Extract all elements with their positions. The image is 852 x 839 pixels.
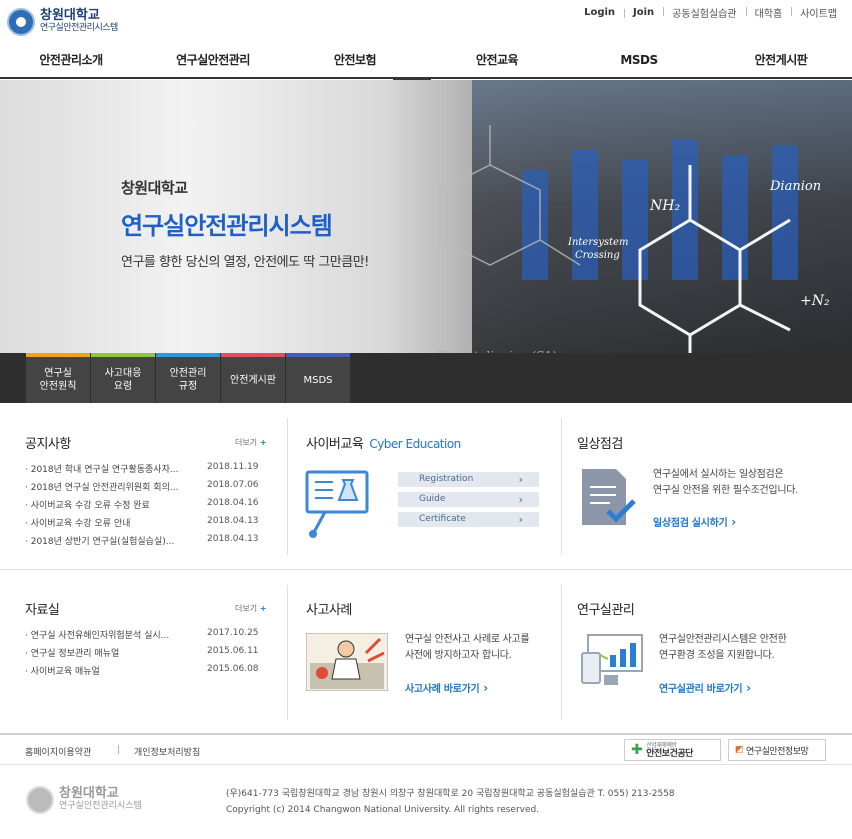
daily-title: 일상점검 bbox=[577, 437, 623, 452]
divider bbox=[561, 418, 562, 555]
copyright: Copyright (c) 2014 Changwon National Uni… bbox=[226, 805, 540, 815]
sitemap-link[interactable]: 사이트맵 bbox=[791, 5, 846, 20]
quick-safety-board[interactable]: 안전게시판 bbox=[221, 353, 285, 403]
notice-title: 공지사항 bbox=[25, 437, 71, 452]
terms-link[interactable]: 홈페이지이용약관 bbox=[25, 745, 91, 758]
cyber-education-section: 사이버교육 Cyber Education bbox=[306, 433, 461, 452]
notice-item[interactable]: · 사이버교육 수강 오류 수정 완료 2018.04.16 bbox=[25, 498, 259, 511]
daily-check-link[interactable]: 일상점검 실시하기 bbox=[653, 514, 736, 529]
join-link[interactable]: Join bbox=[624, 7, 663, 18]
notice-more-link[interactable]: 더보기 bbox=[235, 437, 267, 448]
accident-text: 연구실 안전사고 사례로 사고를 사전에 방지하고자 합니다. bbox=[405, 634, 530, 661]
login-link[interactable]: Login bbox=[575, 7, 624, 18]
divider bbox=[287, 585, 288, 720]
lab-center-link[interactable]: 공동실험실습관 bbox=[663, 5, 745, 20]
nav-safety-insurance[interactable]: 안전보험 bbox=[284, 41, 426, 77]
notice-item[interactable]: · 사이버교육 수강 오류 안내 2018.04.13 bbox=[25, 516, 259, 529]
quick-safety-principles[interactable]: 연구실 안전원칙 bbox=[26, 353, 90, 403]
nav-lab-safety[interactable]: 연구실안전관리 bbox=[142, 41, 284, 77]
lab-management-section: 연구실관리 bbox=[577, 599, 635, 618]
visual-title: 연구실안전관리시스템 bbox=[121, 212, 333, 240]
main-visual: NH₂ Dianion +N₂ Triplet dianion (Ti) Exc… bbox=[0, 80, 852, 354]
quick-menu-bar: 연구실 안전원칙 사고대응 요령 안전관리 규정 안전게시판 MSDS bbox=[0, 353, 852, 403]
cyber-title: 사이버교육 bbox=[306, 437, 364, 452]
nav-safety-intro[interactable]: 안전관리소개 bbox=[0, 41, 142, 77]
svg-text:Crossing: Crossing bbox=[575, 250, 620, 261]
nav-safety-education[interactable]: 안전교육 bbox=[426, 41, 568, 77]
daily-check-section: 일상점검 bbox=[577, 433, 623, 452]
divider bbox=[561, 585, 562, 720]
labmgmt-title: 연구실관리 bbox=[577, 603, 635, 618]
footer-logo: 창원대학교 연구실안전관리시스템 bbox=[26, 786, 142, 814]
privacy-policy-link[interactable]: 개인정보처리방침 bbox=[134, 745, 200, 758]
svg-text:Dianion: Dianion bbox=[769, 179, 821, 194]
resource-item[interactable]: · 연구실 정보관리 매뉴얼 2015.06.11 bbox=[25, 646, 259, 659]
labmgmt-text: 연구실안전관리시스템은 안전한 연구환경 조성을 지원합니다. bbox=[659, 634, 787, 661]
utility-nav: Login Join 공동실험실습관 대학홈 사이트맵 bbox=[575, 5, 846, 20]
dashboard-chart-icon bbox=[581, 634, 643, 685]
cross-icon: ✚ bbox=[631, 742, 643, 758]
notice-item[interactable]: · 2018년 연구실 안전관리위원회 회의... 2018.07.06 bbox=[25, 480, 259, 493]
footer-links-bar: 홈페이지이용약관 | 개인정보처리방침 ✚ 산업재해예방 안전보건공단 ◩ 연구… bbox=[0, 733, 852, 765]
notice-item[interactable]: · 2018년 상반기 연구실(실험실습실)... 2018.04.13 bbox=[25, 534, 259, 547]
resources-more-link[interactable]: 더보기 bbox=[235, 603, 267, 614]
certificate-button[interactable]: Certificate bbox=[398, 512, 539, 527]
resource-item[interactable]: · 사이버교육 매뉴얼 2015.06.08 bbox=[25, 664, 259, 677]
divider bbox=[287, 418, 288, 555]
quick-msds[interactable]: MSDS bbox=[286, 353, 350, 403]
registration-button[interactable]: Registration bbox=[398, 472, 539, 487]
svg-text:Intersystem: Intersystem bbox=[567, 237, 628, 248]
accident-section: 사고사례 bbox=[306, 599, 352, 618]
logo-title: 창원대학교 bbox=[40, 8, 100, 23]
university-seal-icon bbox=[7, 8, 35, 36]
svg-text:NH₂: NH₂ bbox=[649, 198, 680, 214]
resources-title: 자료실 bbox=[25, 603, 60, 618]
resource-item[interactable]: · 연구실 사전유해인자위험분석 실시... 2017.10.25 bbox=[25, 628, 259, 641]
nav-msds[interactable]: MSDS bbox=[568, 41, 710, 77]
notice-section: 공지사항 bbox=[25, 433, 71, 452]
checklist-document-icon bbox=[582, 469, 636, 525]
lab-safety-info-link[interactable]: ◩ 연구실안전정보망 bbox=[728, 739, 826, 761]
monitor-flask-icon bbox=[305, 470, 369, 538]
header: 창원대학교 연구실안전관리시스템 Login Join 공동실험실습관 대학홈 … bbox=[0, 0, 852, 40]
labmgmt-link[interactable]: 연구실관리 바로가기 bbox=[659, 680, 751, 695]
daily-text: 연구실에서 실시하는 일상점검은 연구실 안전을 위한 필수조건입니다. bbox=[653, 469, 799, 496]
footer-separator: | bbox=[117, 745, 121, 755]
logo-subtitle: 연구실안전관리시스템 bbox=[40, 23, 118, 33]
visual-description: 연구를 향한 당신의 열정, 안전에도 딱 그만큼만! bbox=[121, 255, 369, 270]
accident-link[interactable]: 사고사례 바로가기 bbox=[405, 680, 488, 695]
svg-text:+N₂: +N₂ bbox=[800, 293, 830, 309]
university-seal-icon bbox=[26, 786, 54, 814]
quick-accident-response[interactable]: 사고대응 요령 bbox=[91, 353, 155, 403]
main-nav: 안전관리소개 연구실안전관리 안전보험 안전교육 MSDS 안전게시판 bbox=[0, 41, 852, 79]
quick-safety-regulations[interactable]: 안전관리 규정 bbox=[156, 353, 220, 403]
cyber-title-en: Cyber Education bbox=[369, 437, 461, 451]
footer-address: (우)641-773 국립창원대학교 경남 창원시 의창구 창원대학로 20 국… bbox=[226, 787, 746, 817]
lab-logo-icon: ◩ bbox=[735, 745, 744, 755]
resources-section: 자료실 bbox=[25, 599, 60, 618]
visual-text: 창원대학교 연구실안전관리시스템 연구를 향한 당신의 열정, 안전에도 딱 그… bbox=[121, 177, 369, 270]
university-home-link[interactable]: 대학홈 bbox=[745, 5, 792, 20]
guide-button[interactable]: Guide bbox=[398, 492, 539, 507]
visual-subtitle: 창원대학교 bbox=[121, 179, 188, 197]
kosha-partner-link[interactable]: ✚ 산업재해예방 안전보건공단 bbox=[624, 739, 721, 761]
divider bbox=[0, 569, 852, 570]
nav-safety-board[interactable]: 안전게시판 bbox=[710, 41, 852, 77]
site-logo[interactable]: 창원대학교 연구실안전관리시스템 bbox=[7, 8, 118, 36]
accident-title: 사고사례 bbox=[306, 603, 352, 618]
accident-cartoon-image bbox=[306, 633, 388, 691]
notice-item[interactable]: · 2018년 학내 연구실 연구활동종사자... 2018.11.19 bbox=[25, 462, 259, 475]
